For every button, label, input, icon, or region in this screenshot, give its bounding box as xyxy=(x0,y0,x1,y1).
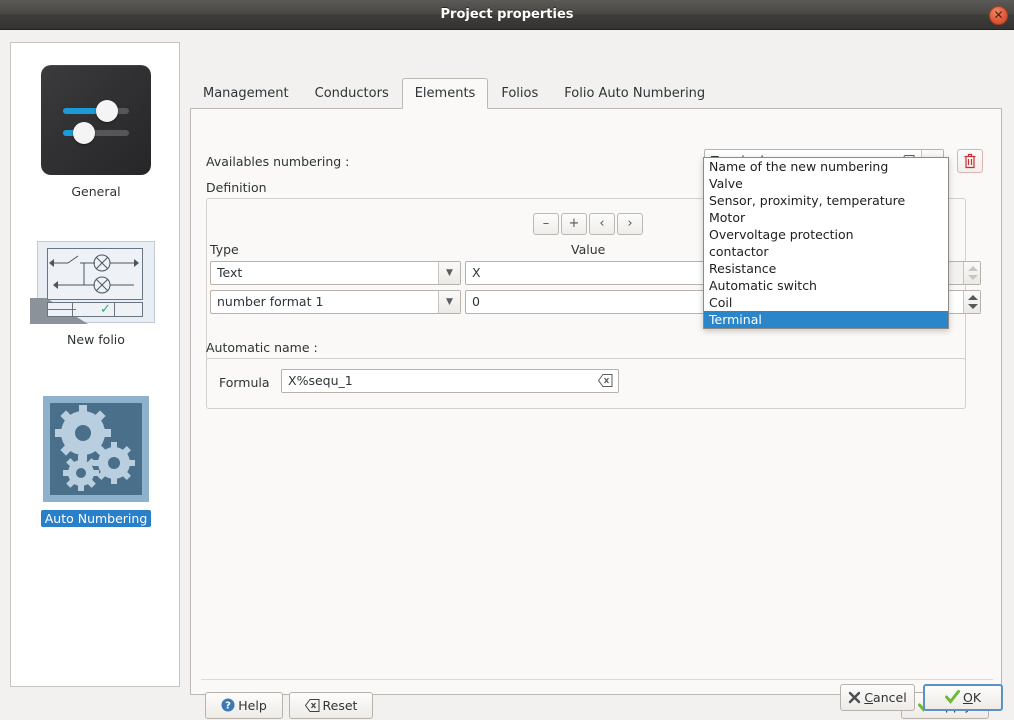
tab-label: Folio Auto Numbering xyxy=(564,86,706,101)
dropdown-option[interactable]: Resistance xyxy=(704,260,948,277)
ok-button[interactable]: OK xyxy=(923,684,1003,711)
settings-tabs: Management Conductors Elements Folios Fo… xyxy=(190,78,1002,719)
numbering-dropdown-popup[interactable]: Name of the new numbering Valve Sensor, … xyxy=(703,157,949,329)
automatic-name-label: Automatic name : xyxy=(206,340,318,355)
row-type-value: Text xyxy=(217,265,243,280)
chevron-right-glyph: › xyxy=(627,216,633,231)
tab-label: Folios xyxy=(501,86,539,101)
gears-icon xyxy=(43,396,149,502)
formula-label: Formula xyxy=(219,375,270,390)
minus-glyph: – xyxy=(542,216,550,231)
dialog-body: General ✓ New folio Auto Numbering Manag… xyxy=(0,30,1014,720)
settings-category-list: General ✓ New folio Auto Numbering xyxy=(10,42,180,687)
clear-text-icon[interactable] xyxy=(597,374,613,387)
close-icon[interactable]: ✕ xyxy=(989,6,1008,25)
tab-bar: Management Conductors Elements Folios Fo… xyxy=(190,78,718,109)
dropdown-option[interactable]: Coil xyxy=(704,294,948,311)
sidebar-item-label: Auto Numbering xyxy=(40,510,152,527)
project-properties-dialog: Project properties ✕ General ✓ New folio… xyxy=(0,0,1014,720)
ok-mnemonic: O xyxy=(962,690,973,705)
help-icon: ? xyxy=(221,695,235,720)
sidebar-item-auto-numbering[interactable]: Auto Numbering xyxy=(11,396,181,527)
close-glyph: ✕ xyxy=(993,8,1004,22)
row-type-combo[interactable]: number format 1 ▼ xyxy=(210,290,461,314)
chevron-down-icon[interactable]: ▼ xyxy=(438,262,460,284)
formula-value: X%sequ_1 xyxy=(288,373,353,388)
dropdown-option[interactable]: Automatic switch xyxy=(704,277,948,294)
svg-text:?: ? xyxy=(225,701,231,712)
minus-icon[interactable]: – xyxy=(533,213,559,235)
trash-icon xyxy=(964,153,976,169)
column-header-type: Type xyxy=(210,242,239,257)
availables-numbering-label: Availables numbering : xyxy=(206,154,350,169)
schematic-sheet-icon: ✓ xyxy=(30,241,155,324)
cancel-button[interactable]: Cancel xyxy=(840,684,915,711)
clear-text-icon xyxy=(304,695,320,720)
formula-input[interactable]: X%sequ_1 xyxy=(281,369,619,393)
help-button-label: Help xyxy=(238,698,267,713)
tab-elements[interactable]: Elements xyxy=(401,78,489,109)
tab-conductors[interactable]: Conductors xyxy=(302,78,402,109)
cross-icon xyxy=(848,687,861,712)
tab-folio-auto-numbering[interactable]: Folio Auto Numbering xyxy=(551,78,718,109)
sidebar-item-new-folio[interactable]: ✓ New folio xyxy=(11,241,181,348)
footer-divider xyxy=(201,679,993,680)
tab-label: Elements xyxy=(414,86,476,101)
sidebar-item-general[interactable]: General xyxy=(11,65,181,200)
chevron-right-icon[interactable]: › xyxy=(617,213,643,235)
dropdown-option[interactable]: Valve xyxy=(704,175,948,192)
sidebar-item-label: General xyxy=(71,184,121,199)
plus-glyph: + xyxy=(568,216,580,231)
plus-icon[interactable]: + xyxy=(561,213,587,235)
dropdown-option[interactable]: Motor xyxy=(704,209,948,226)
chevron-left-icon[interactable]: ‹ xyxy=(589,213,615,235)
check-icon: ✓ xyxy=(100,302,111,317)
automatic-name-groupbox: Formula X%sequ_1 xyxy=(206,358,966,409)
tab-label: Management xyxy=(203,86,289,101)
chevron-down-icon[interactable]: ▼ xyxy=(438,291,460,313)
dropdown-option[interactable]: Overvoltage protection xyxy=(704,226,948,243)
column-header-value: Value xyxy=(571,242,606,257)
cancel-button-label: ancel xyxy=(873,690,907,705)
sidebar-item-label: New folio xyxy=(67,332,125,347)
reset-button-label: Reset xyxy=(322,698,358,713)
help-button[interactable]: ? Help xyxy=(205,692,283,719)
cancel-mnemonic: C xyxy=(864,690,874,705)
row-type-combo[interactable]: Text ▼ xyxy=(210,261,461,285)
chevron-left-glyph: ‹ xyxy=(599,216,605,231)
dropdown-option-selected[interactable]: Terminal xyxy=(704,311,948,328)
definition-label: Definition xyxy=(206,180,267,195)
tab-management[interactable]: Management xyxy=(190,78,302,109)
row-type-value: number format 1 xyxy=(217,294,324,309)
window-title: Project properties xyxy=(440,7,574,22)
dropdown-option[interactable]: Sensor, proximity, temperature xyxy=(704,192,948,209)
window-titlebar: Project properties ✕ xyxy=(0,0,1014,30)
dropdown-option[interactable]: Name of the new numbering xyxy=(704,158,948,175)
check-icon xyxy=(944,688,960,711)
tab-label: Conductors xyxy=(314,86,389,101)
delete-numbering-button[interactable] xyxy=(957,149,983,173)
tab-folios[interactable]: Folios xyxy=(488,78,551,109)
sliders-icon xyxy=(41,65,151,175)
reset-button[interactable]: Reset xyxy=(289,692,373,719)
dropdown-option[interactable]: contactor xyxy=(704,243,948,260)
ok-button-label: K xyxy=(972,690,982,705)
